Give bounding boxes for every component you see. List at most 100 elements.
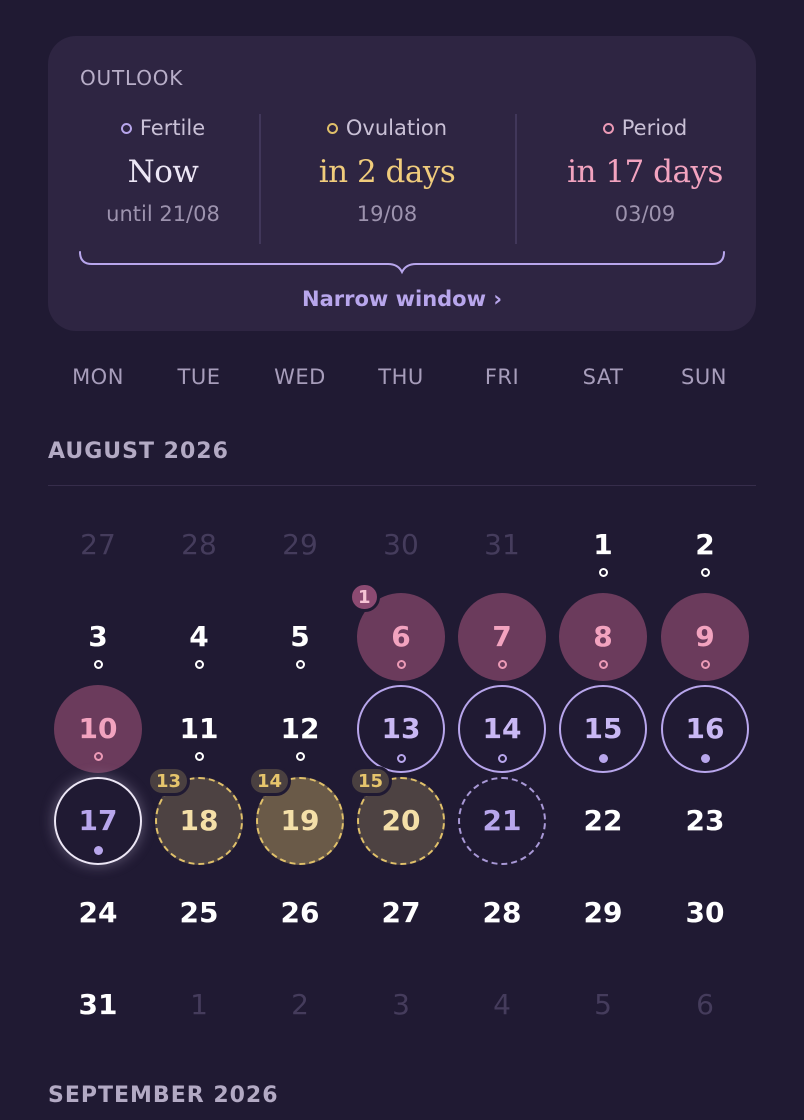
day-number: 16	[685, 712, 725, 745]
day-number: 2	[695, 528, 715, 561]
fertile-value: Now	[127, 154, 199, 190]
day-indicator-dot	[700, 568, 710, 577]
calendar-day[interactable]: 28	[458, 869, 546, 957]
day-number: 24	[78, 896, 118, 929]
calendar-day[interactable]: 9	[661, 593, 749, 681]
day-number: 2	[291, 988, 309, 1021]
day-number: 3	[88, 620, 108, 653]
calendar-day[interactable]: 29	[256, 501, 344, 589]
day-number: 11	[179, 712, 219, 745]
day-indicator-dot	[93, 660, 103, 669]
calendar-day[interactable]: 2	[661, 501, 749, 589]
calendar-day[interactable]: 5	[559, 961, 647, 1049]
day-number: 1	[593, 528, 613, 561]
ovulation-label: Ovulation	[345, 116, 448, 140]
day-number: 12	[280, 712, 320, 745]
day-number: 18	[179, 804, 219, 837]
cycle-day-badge: 14	[248, 766, 292, 796]
cycle-day-badge: 15	[349, 766, 393, 796]
calendar-day[interactable]: 31	[458, 501, 546, 589]
calendar-day[interactable]: 14	[458, 685, 546, 773]
day-number: 27	[381, 896, 421, 929]
calendar-day[interactable]: 13	[357, 685, 445, 773]
day-indicator-dot	[295, 752, 305, 761]
day-indicator-dot	[93, 846, 103, 855]
day-indicator-dot	[497, 660, 507, 669]
calendar-day[interactable]: 11	[155, 685, 243, 773]
day-number: 15	[583, 712, 623, 745]
ovulation-ring-icon	[326, 122, 338, 134]
day-number: 6	[391, 620, 411, 653]
weekday-tue: TUE	[177, 365, 221, 389]
day-number: 31	[484, 528, 520, 561]
calendar-day[interactable]: 8	[559, 593, 647, 681]
calendar-day[interactable]: 30	[661, 869, 749, 957]
day-indicator-dot	[194, 752, 204, 761]
day-number: 27	[80, 528, 116, 561]
calendar-day[interactable]: 4	[458, 961, 546, 1049]
period-ring-icon	[602, 122, 614, 134]
weekday-sun: SUN	[681, 365, 727, 389]
period-summary: Period in 17 days 03/09	[530, 116, 760, 226]
day-number: 23	[685, 804, 725, 837]
day-number: 29	[282, 528, 318, 561]
calendar-day[interactable]: 23	[661, 777, 749, 865]
day-number: 5	[290, 620, 310, 653]
calendar-day[interactable]: 7	[458, 593, 546, 681]
calendar-day[interactable]: 1	[559, 501, 647, 589]
period-value: in 17 days	[567, 154, 723, 190]
day-number: 20	[381, 804, 421, 837]
day-indicator-dot	[396, 660, 406, 669]
day-number: 19	[280, 804, 320, 837]
calendar-day[interactable]: 26	[256, 869, 344, 957]
day-number: 25	[179, 896, 219, 929]
calendar-day[interactable]: 27	[357, 869, 445, 957]
ovulation-value: in 2 days	[318, 154, 456, 190]
calendar-day[interactable]: 17	[54, 777, 142, 865]
calendar-day[interactable]: 30	[357, 501, 445, 589]
cycle-day-badge: 1	[349, 582, 380, 612]
calendar-day[interactable]: 27	[54, 501, 142, 589]
calendar-day[interactable]: 12	[256, 685, 344, 773]
day-number: 22	[583, 804, 623, 837]
calendar-day[interactable]: 22	[559, 777, 647, 865]
day-indicator-dot	[194, 660, 204, 669]
day-number: 4	[189, 620, 209, 653]
day-number: 28	[482, 896, 522, 929]
day-number: 29	[583, 896, 623, 929]
weekday-fri: FRI	[484, 365, 520, 389]
day-number: 8	[593, 620, 613, 653]
calendar-day[interactable]: 28	[155, 501, 243, 589]
calendar-day[interactable]: 15	[559, 685, 647, 773]
calendar-day[interactable]: 4	[155, 593, 243, 681]
ovulation-summary: Ovulation in 2 days 19/08	[272, 116, 502, 226]
calendar-day[interactable]: 29	[559, 869, 647, 957]
calendar-day[interactable]: 24	[54, 869, 142, 957]
day-number: 13	[381, 712, 421, 745]
calendar-day[interactable]: 2	[256, 961, 344, 1049]
day-number: 5	[594, 988, 612, 1021]
calendar-day[interactable]: 31	[54, 961, 142, 1049]
calendar-day[interactable]: 10	[54, 685, 142, 773]
outlook-card: OUTLOOK Fertile Now until 21/08 Ovulatio…	[48, 36, 756, 331]
fertile-summary: Fertile Now until 21/08	[48, 116, 278, 226]
fertile-until-date: until 21/08	[106, 202, 220, 226]
calendar-day[interactable]: 3	[357, 961, 445, 1049]
calendar-day[interactable]: 25	[155, 869, 243, 957]
day-number: 17	[78, 804, 118, 837]
day-number: 1	[190, 988, 208, 1021]
day-number: 10	[78, 712, 118, 745]
day-indicator-dot	[700, 660, 710, 669]
calendar-day[interactable]: 16	[661, 685, 749, 773]
calendar-day[interactable]: 6	[661, 961, 749, 1049]
calendar-day[interactable]: 3	[54, 593, 142, 681]
divider	[515, 114, 517, 244]
day-indicator-dot	[598, 568, 608, 577]
fertile-ring-icon	[120, 122, 132, 134]
cycle-day-badge: 13	[147, 766, 191, 796]
calendar-day[interactable]: 1	[155, 961, 243, 1049]
calendar-day[interactable]: 21	[458, 777, 546, 865]
narrow-window-link[interactable]: Narrow window ›	[48, 287, 756, 311]
period-date: 03/09	[614, 202, 676, 226]
calendar-day[interactable]: 5	[256, 593, 344, 681]
